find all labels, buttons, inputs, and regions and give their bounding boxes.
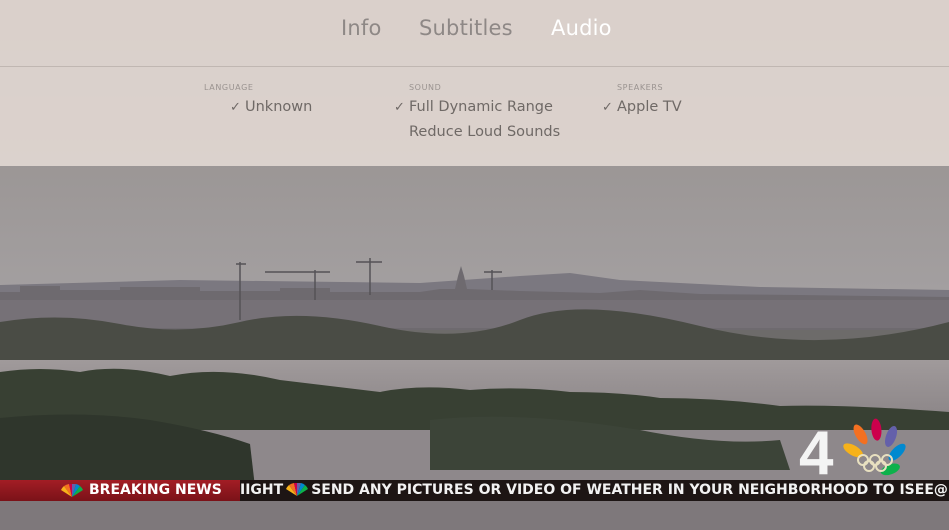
sound-column: SOUND ✓ Full Dynamic Range Reduce Loud S… [394,83,560,145]
ticker-crawl: IIGHT SEND ANY PICTURES OR VIDEO OF WEAT… [240,480,949,501]
option-label: Unknown [245,99,313,115]
nbc4-logo: 4 [799,418,911,488]
speakers-header: SPEAKERS [617,83,664,92]
tab-subtitles[interactable]: Subtitles [419,16,513,40]
option-label: Apple TV [617,99,682,115]
option-label: Reduce Loud Sounds [409,124,561,140]
ticker-prefix: IIGHT [240,482,284,498]
tab-bar: Info Subtitles Audio [0,16,949,48]
sound-header: SOUND [409,83,442,92]
option-label: Full Dynamic Range [409,99,553,115]
peacock-icon [61,484,83,497]
language-column: LANGUAGE ✓ Unknown [204,83,312,120]
checkmark-icon: ✓ [602,100,613,115]
breaking-news-label: BREAKING NEWS [0,480,240,501]
sound-option-full-dynamic-range[interactable]: ✓ Full Dynamic Range [394,95,560,120]
ticker-text: SEND ANY PICTURES OR VIDEO OF WEATHER IN… [311,482,949,498]
speakers-column: SPEAKERS ✓ Apple TV [602,83,682,120]
tab-divider [0,66,949,67]
peacock-icon [843,418,906,476]
peacock-icon [286,483,309,496]
language-option-unknown[interactable]: ✓ Unknown [230,95,313,120]
sound-option-reduce-loud-sounds[interactable]: Reduce Loud Sounds [409,120,560,145]
checkmark-icon: ✓ [230,100,241,115]
tab-audio[interactable]: Audio [551,16,612,40]
speakers-option-apple-tv[interactable]: ✓ Apple TV [602,95,682,120]
channel-number: 4 [799,419,834,480]
tab-info[interactable]: Info [341,16,382,40]
language-header: LANGUAGE [204,83,254,92]
news-ticker: BREAKING NEWS IIGHT SEND ANY PICTURES OR… [0,480,949,501]
breaking-news-text: BREAKING NEWS [89,482,222,498]
audio-settings-overlay: Info Subtitles Audio LANGUAGE ✓ Unknown … [0,0,949,166]
checkmark-icon: ✓ [394,100,405,115]
